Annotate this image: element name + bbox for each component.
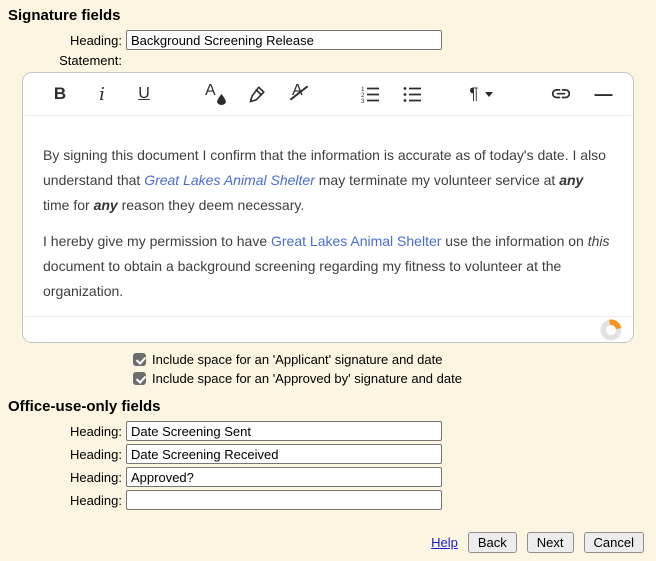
- statement-label: Statement:: [59, 53, 122, 68]
- chevron-down-icon: [484, 91, 493, 97]
- format-group: B i U: [39, 77, 165, 111]
- cancel-button[interactable]: Cancel: [583, 532, 644, 553]
- office-field-row-4: Heading:: [0, 490, 656, 510]
- clear-formatting-icon: A: [289, 82, 309, 104]
- color-group: A A: [194, 77, 320, 111]
- heading-label: Heading:: [69, 469, 122, 485]
- list-group: 123: [349, 77, 433, 111]
- help-link[interactable]: Help: [431, 535, 458, 550]
- office-heading-input-3[interactable]: [126, 467, 442, 487]
- horizontal-rule-button[interactable]: —: [582, 77, 624, 111]
- applicant-signature-label: Include space for an 'Applicant' signatu…: [152, 352, 443, 367]
- link-icon: [551, 89, 571, 99]
- statement-row: Statement:: [0, 53, 656, 68]
- signature-heading-row: Heading:: [0, 30, 656, 50]
- applicant-signature-checkbox[interactable]: [133, 353, 146, 366]
- bullet-list-button[interactable]: [391, 77, 433, 111]
- statement-editor-content[interactable]: By signing this document I confirm that …: [23, 116, 633, 316]
- office-field-row-3: Heading:: [0, 467, 656, 487]
- office-heading-input-1[interactable]: [126, 421, 442, 441]
- approved-by-signature-row: Include space for an 'Approved by' signa…: [133, 369, 656, 388]
- insert-group: —: [540, 77, 624, 111]
- rich-text-editor: B i U A A 1 2 3 ¶ — By signing this docu…: [22, 72, 634, 343]
- text-color-button[interactable]: A: [194, 77, 236, 111]
- applicant-signature-row: Include space for an 'Applicant' signatu…: [133, 350, 656, 369]
- highlight-marker-icon: [249, 86, 265, 103]
- italic-icon: i: [99, 83, 105, 105]
- approved-by-signature-label: Include space for an 'Approved by' signa…: [152, 371, 462, 386]
- text-color-icon: A: [205, 82, 226, 105]
- italic-button[interactable]: i: [81, 77, 123, 111]
- form-wizard-page: Signature fields Heading: Statement: B i…: [0, 0, 656, 561]
- paragraph-icon: ¶: [469, 84, 479, 103]
- office-heading-input-2[interactable]: [126, 444, 442, 464]
- back-button[interactable]: Back: [467, 532, 517, 553]
- paragraph-format-button[interactable]: ¶: [459, 77, 503, 111]
- svg-text:3: 3: [361, 98, 365, 104]
- bullet-list-icon: [403, 87, 421, 102]
- clear-formatting-button[interactable]: A: [278, 77, 320, 111]
- office-field-row-2: Heading:: [0, 444, 656, 464]
- heading-label: Heading:: [69, 423, 122, 439]
- wizard-footer: Help Back Next Cancel: [431, 532, 644, 553]
- editor-toolbar: B i U A A 1 2 3 ¶ —: [23, 73, 633, 116]
- paragraph-group: ¶: [459, 77, 503, 111]
- insert-link-button[interactable]: [540, 77, 582, 111]
- statement-paragraph-1: By signing this document I confirm that …: [43, 147, 606, 213]
- statement-paragraph-2: I hereby give my permission to have Grea…: [43, 233, 610, 299]
- underline-button[interactable]: U: [123, 77, 165, 111]
- next-button[interactable]: Next: [526, 532, 574, 553]
- numbered-list-button[interactable]: 123: [349, 77, 391, 111]
- numbered-list-icon: 123: [361, 86, 379, 104]
- heading-label: Heading:: [69, 492, 122, 508]
- editor-statusbar: [23, 316, 633, 342]
- bold-icon: B: [53, 84, 67, 103]
- heading-label: Heading:: [69, 446, 122, 462]
- highlight-button[interactable]: [236, 77, 278, 111]
- horizontal-rule-icon: —: [594, 83, 613, 104]
- office-section-title: Office-use-only fields: [8, 398, 161, 415]
- bold-button[interactable]: B: [39, 77, 81, 111]
- signature-heading-input[interactable]: [126, 30, 442, 50]
- spinner-icon: [600, 319, 622, 340]
- heading-label: Heading:: [69, 32, 122, 48]
- office-field-row-1: Heading:: [0, 421, 656, 441]
- signature-section-title: Signature fields: [8, 7, 121, 24]
- underline-icon: U: [138, 85, 150, 102]
- org-link[interactable]: Great Lakes Animal Shelter: [144, 172, 315, 188]
- approved-by-signature-checkbox[interactable]: [133, 372, 146, 385]
- office-heading-input-4[interactable]: [126, 490, 442, 510]
- org-link[interactable]: Great Lakes Animal Shelter: [271, 233, 441, 249]
